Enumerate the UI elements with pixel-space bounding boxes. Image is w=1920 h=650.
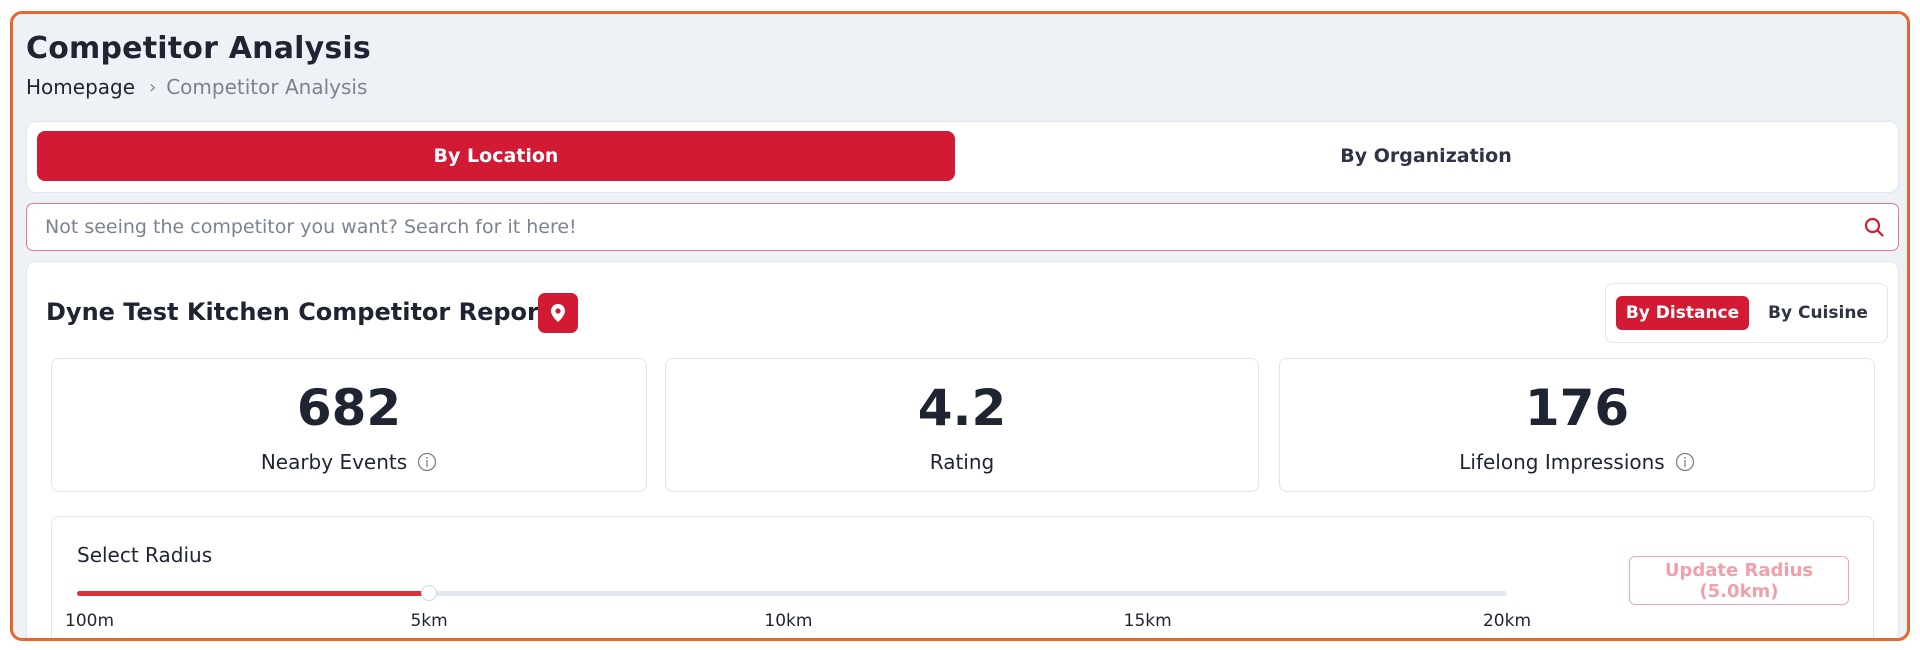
radius-slider-fill bbox=[77, 591, 430, 596]
breadcrumb-separator: › bbox=[149, 76, 157, 98]
stat-card-nearby-events: 682 Nearby Events bbox=[51, 358, 647, 492]
radius-slider-track[interactable] bbox=[77, 585, 1507, 601]
info-icon[interactable] bbox=[1675, 452, 1695, 472]
radius-tick-label: 10km bbox=[764, 611, 813, 631]
competitor-report-card: Dyne Test Kitchen Competitor Report By D… bbox=[26, 261, 1899, 638]
search-icon[interactable] bbox=[1862, 215, 1886, 239]
radius-tick-label: 15km bbox=[1123, 611, 1172, 631]
select-radius-label: Select Radius bbox=[77, 543, 213, 567]
toggle-by-cuisine[interactable]: By Cuisine bbox=[1756, 296, 1880, 330]
competitor-search-bar bbox=[26, 203, 1899, 251]
analysis-mode-tabs: By Location By Organization bbox=[26, 121, 1899, 193]
stat-value-lifelong-impressions: 176 bbox=[1524, 379, 1630, 437]
radius-tick-label: 5km bbox=[410, 611, 448, 631]
report-title: Dyne Test Kitchen Competitor Report bbox=[46, 298, 551, 326]
breadcrumb-current: Competitor Analysis bbox=[166, 75, 368, 99]
radius-tick-label: 20km bbox=[1482, 611, 1532, 631]
stat-label-text: Rating bbox=[929, 450, 995, 474]
breadcrumb: Homepage › Competitor Analysis bbox=[26, 75, 367, 99]
breadcrumb-home-link[interactable]: Homepage bbox=[26, 75, 135, 99]
stat-card-lifelong-impressions: 176 Lifelong Impressions bbox=[1279, 358, 1875, 492]
stat-card-rating: 4.2 Rating bbox=[665, 358, 1259, 492]
update-radius-label: Update Radius bbox=[1664, 559, 1814, 581]
report-view-toggle: By Distance By Cuisine bbox=[1605, 283, 1888, 343]
stat-value-nearby-events: 682 bbox=[296, 379, 402, 437]
update-radius-button[interactable]: Update Radius (5.0km) bbox=[1629, 556, 1849, 605]
stat-label-rating: Rating bbox=[666, 450, 1258, 474]
radius-tick-label: 100m bbox=[65, 611, 115, 631]
info-icon[interactable] bbox=[417, 452, 437, 472]
radius-slider-handle[interactable] bbox=[421, 585, 438, 601]
stat-label-text: Lifelong Impressions bbox=[1459, 450, 1665, 474]
map-pin-icon bbox=[551, 304, 565, 322]
tab-by-organization[interactable]: By Organization bbox=[959, 131, 1893, 181]
competitor-search-input[interactable] bbox=[45, 204, 1825, 249]
toggle-by-distance[interactable]: By Distance bbox=[1616, 296, 1749, 330]
stat-label-nearby-events: Nearby Events bbox=[52, 450, 646, 474]
radius-selector-card: Select Radius 100m 5km 10km 15km 20km Up… bbox=[51, 516, 1874, 638]
update-radius-value: (5.0km) bbox=[1699, 580, 1779, 602]
page-title: Competitor Analysis bbox=[26, 31, 371, 66]
tab-by-location[interactable]: By Location bbox=[37, 131, 955, 181]
location-pin-button[interactable] bbox=[538, 293, 578, 333]
app-frame: Competitor Analysis Homepage › Competito… bbox=[10, 11, 1910, 641]
stat-label-lifelong-impressions: Lifelong Impressions bbox=[1280, 450, 1874, 474]
stat-value-rating: 4.2 bbox=[917, 379, 1007, 437]
stat-label-text: Nearby Events bbox=[260, 450, 408, 474]
